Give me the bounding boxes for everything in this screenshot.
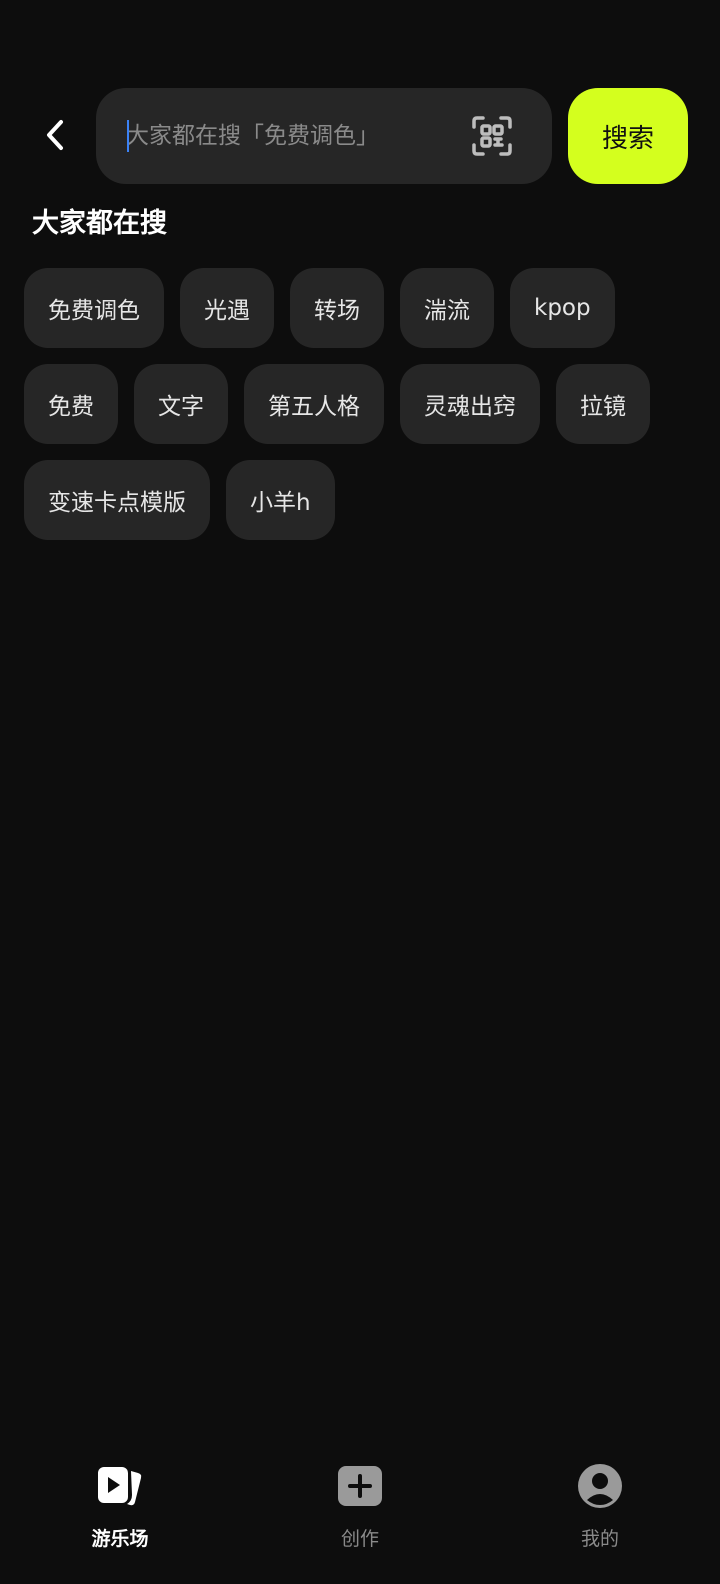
profile-icon bbox=[578, 1464, 622, 1508]
search-chip[interactable]: 文字 bbox=[134, 364, 228, 444]
nav-label: 创作 bbox=[340, 1528, 379, 1550]
nav-label: 我的 bbox=[580, 1528, 619, 1550]
trending-title: 大家都在搜 bbox=[32, 208, 167, 239]
search-chip[interactable]: 小羊h bbox=[226, 460, 335, 540]
search-chip[interactable]: 免费 bbox=[24, 364, 118, 444]
search-chip[interactable]: 灵魂出窍 bbox=[400, 364, 540, 444]
search-chip[interactable]: 转场 bbox=[290, 268, 384, 348]
back-button[interactable] bbox=[30, 110, 80, 160]
scan-icon bbox=[472, 116, 512, 156]
search-chip[interactable]: 免费调色 bbox=[24, 268, 164, 348]
playground-icon bbox=[98, 1467, 142, 1506]
nav-item-playground[interactable]: 游乐场 bbox=[0, 1462, 240, 1551]
bottom-nav: 游乐场 创作 我的 bbox=[0, 1440, 720, 1584]
nav-item-create[interactable]: 创作 bbox=[240, 1462, 480, 1551]
trending-chips: 免费调色 光遇 转场 湍流 kpop 免费 文字 第五人格 灵魂出窍 拉镜 变速… bbox=[24, 268, 704, 540]
text-cursor bbox=[127, 120, 129, 152]
search-chip[interactable]: 拉镜 bbox=[556, 364, 650, 444]
search-chip[interactable]: 变速卡点模版 bbox=[24, 460, 210, 540]
nav-label: 游乐场 bbox=[91, 1528, 149, 1550]
search-chip[interactable]: kpop bbox=[510, 268, 615, 348]
create-plus-icon bbox=[338, 1466, 382, 1506]
search-input[interactable] bbox=[126, 88, 456, 184]
chevron-left-icon bbox=[47, 120, 63, 150]
search-box[interactable] bbox=[96, 88, 552, 184]
search-chip[interactable]: 光遇 bbox=[180, 268, 274, 348]
search-chip[interactable]: 第五人格 bbox=[244, 364, 384, 444]
nav-item-profile[interactable]: 我的 bbox=[480, 1462, 720, 1551]
scan-button[interactable] bbox=[470, 114, 514, 158]
search-button[interactable]: 搜索 bbox=[568, 88, 688, 184]
search-chip[interactable]: 湍流 bbox=[400, 268, 494, 348]
